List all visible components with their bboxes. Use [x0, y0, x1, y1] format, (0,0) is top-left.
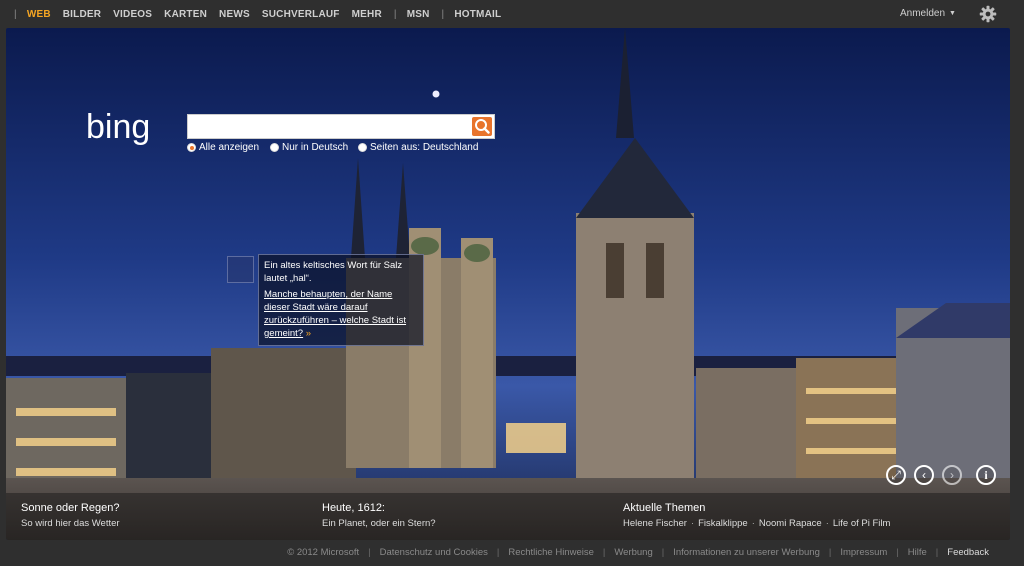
nav-item-web[interactable]: WEB [27, 9, 51, 20]
search-button[interactable] [472, 117, 492, 136]
logo-text: bing [86, 108, 150, 146]
nav-separator: | [441, 8, 445, 20]
footer: © 2012 Microsoft | Datenschutz und Cookie… [0, 540, 1024, 566]
search-icon [475, 119, 490, 134]
scope-option-german[interactable]: Nur in Deutsch [270, 142, 348, 153]
nav-item-news[interactable]: NEWS [219, 9, 250, 20]
radio-germany[interactable] [358, 143, 367, 152]
link-separator: · [690, 518, 695, 529]
footer-link-feedback[interactable]: Feedback [947, 547, 989, 558]
background-photo: bing Alle anzeigen Nur in Deutsch Seiten… [6, 28, 1010, 540]
fullscreen-icon[interactable]: ⤢ [886, 465, 906, 485]
panel-trending[interactable]: Aktuelle Themen Helene Fischer · Fiskalkli… [623, 502, 890, 529]
nav-item-hotmail[interactable]: HOTMAIL [454, 9, 501, 20]
nav-item-videos[interactable]: VIDEOS [113, 9, 152, 20]
footer-link-legal[interactable]: Rechtliche Hinweise [508, 547, 594, 558]
search-box [187, 114, 495, 139]
trending-links: Helene Fischer · Fiskalklippe · Noomi Rapace… [623, 518, 890, 529]
next-icon[interactable]: › [942, 465, 962, 485]
callout-link[interactable]: Manche behaupten, der Name dieser Stadt … [264, 289, 406, 339]
nav-item-bilder[interactable]: BILDER [63, 9, 101, 20]
info-icon[interactable]: i [976, 465, 996, 485]
chevron-down-icon: ▼ [949, 9, 956, 17]
footer-link-imprint[interactable]: Impressum [840, 547, 887, 558]
city-night-scene [6, 28, 1010, 540]
nav-item-suchverlauf[interactable]: SUCHVERLAUF [262, 9, 340, 20]
trending-link[interactable]: Life of Pi Film [833, 518, 891, 529]
panel-weather[interactable]: Sonne oder Regen? So wird hier das Wette… [21, 502, 120, 529]
link-separator: · [825, 518, 829, 529]
nav-item-msn[interactable]: MSN [407, 9, 430, 20]
nav-separator: | [14, 8, 17, 20]
panel-history[interactable]: Heute, 1612: Ein Planet, oder ein Stern? [322, 502, 436, 529]
radio-german[interactable] [270, 143, 279, 152]
callout-text: Ein altes keltisches Wort für Salz laute… [264, 260, 403, 284]
scope-label-all: Alle anzeigen [199, 142, 260, 153]
footer-link-help[interactable]: Hilfe [908, 547, 927, 558]
panel-sub: So wird hier das Wetter [21, 518, 120, 529]
trending-link[interactable]: Fiskalklippe [698, 518, 748, 529]
panel-title: Aktuelle Themen [623, 502, 706, 514]
panel-title: Sonne oder Regen? [21, 502, 120, 514]
image-hotspot[interactable] [227, 256, 254, 283]
link-separator: · [751, 518, 755, 529]
scope-option-germany[interactable]: Seiten aus: Deutschland [358, 142, 478, 153]
panel-title: Heute, 1612: [322, 502, 385, 514]
more-arrow-icon[interactable]: » [306, 328, 311, 339]
scope-label-german: Nur in Deutsch [282, 142, 349, 153]
signin-button[interactable]: Anmelden ▼ [900, 8, 956, 19]
footer-link-ad-info[interactable]: Informationen zu unserer Werbung [673, 547, 820, 558]
footer-link-privacy[interactable]: Datenschutz und Cookies [380, 547, 488, 558]
trending-link[interactable]: Noomi Rapace [759, 518, 822, 529]
bing-logo[interactable]: bing [86, 108, 181, 150]
nav-list: | WEB BILDER VIDEOS KARTEN NEWS SUCHVERL… [14, 0, 513, 28]
hotspot-callout: Ein altes keltisches Wort für Salz laute… [258, 254, 424, 346]
scope-label-germany: Seiten aus: Deutschland [370, 142, 479, 153]
nav-item-karten[interactable]: KARTEN [164, 9, 207, 20]
top-navigation-bar: | WEB BILDER VIDEOS KARTEN NEWS SUCHVERL… [0, 0, 1024, 28]
nav-separator: | [393, 8, 397, 20]
nav-item-mehr[interactable]: MEHR [352, 9, 382, 20]
gear-icon[interactable] [979, 5, 997, 23]
trending-link[interactable]: Helene Fischer [623, 518, 687, 529]
search-input[interactable] [190, 117, 470, 138]
panel-sub: Ein Planet, oder ein Stern? [322, 518, 436, 529]
radio-all[interactable] [187, 143, 196, 152]
footer-copyright: © 2012 Microsoft [287, 547, 360, 558]
previous-icon[interactable]: ‹ [914, 465, 934, 485]
footer-link-ads[interactable]: Werbung [614, 547, 652, 558]
scope-option-all[interactable]: Alle anzeigen [187, 142, 259, 153]
signin-label: Anmelden [900, 8, 946, 19]
footer-links: © 2012 Microsoft | Datenschutz und Cookie… [287, 547, 989, 558]
